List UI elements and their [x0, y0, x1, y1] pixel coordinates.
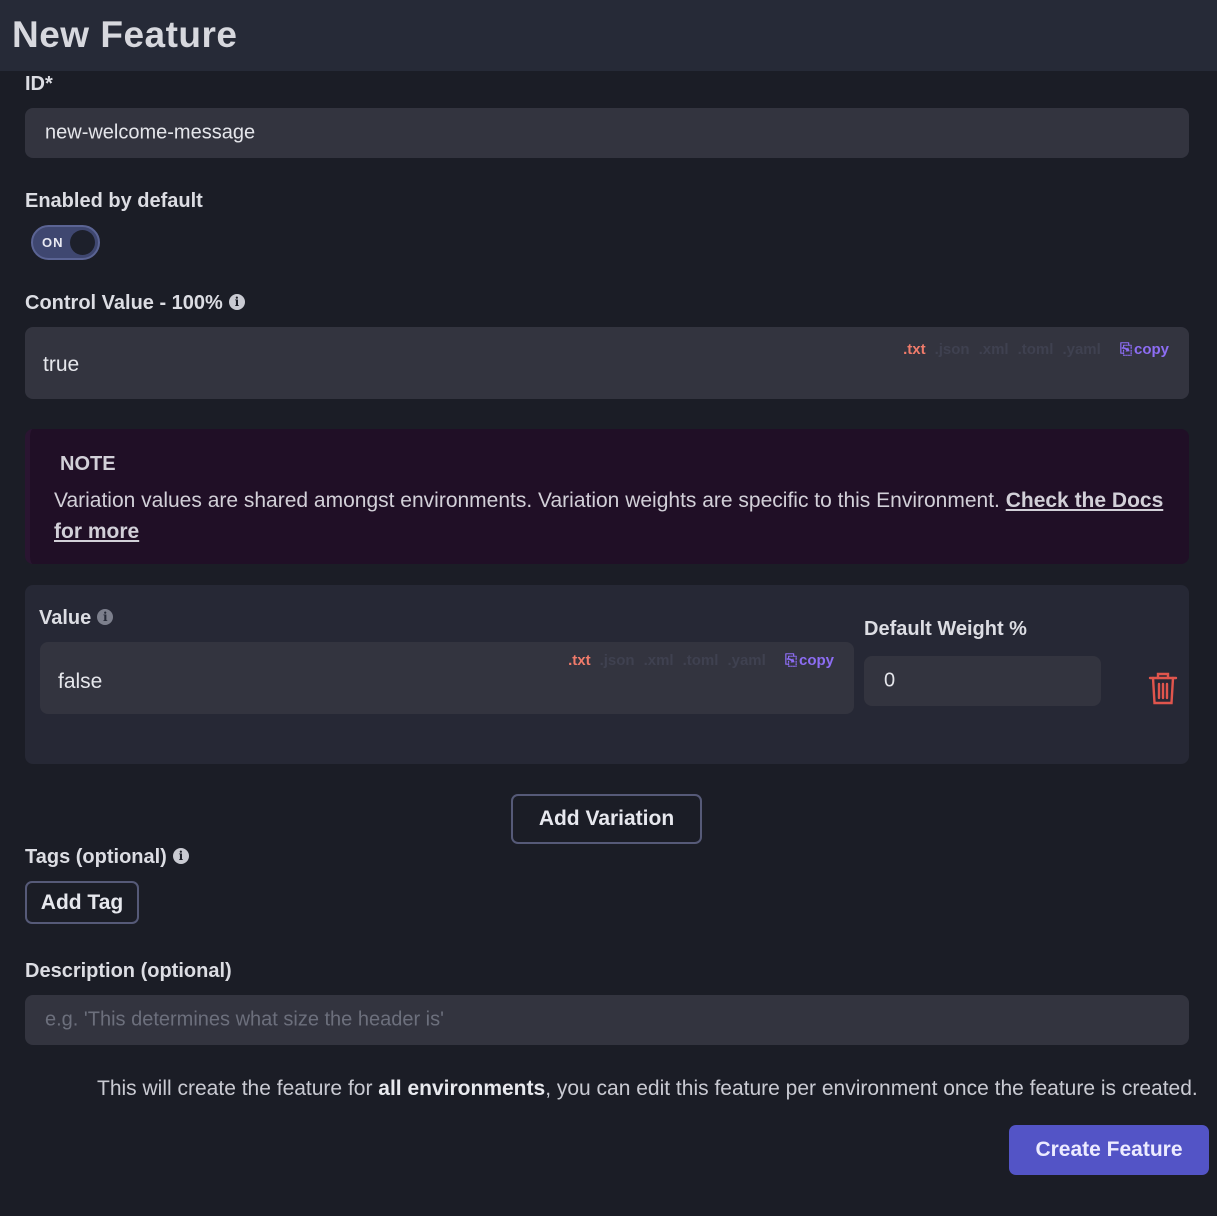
variation-value-editor[interactable]: .txt .json .xml .toml .yaml ⎘ copy false: [40, 642, 854, 714]
format-json[interactable]: .json: [935, 341, 970, 358]
id-input[interactable]: new-welcome-message: [25, 108, 1189, 158]
control-value-editor[interactable]: .txt .json .xml .toml .yaml ⎘ copy true: [25, 327, 1189, 399]
note-title: NOTE: [60, 453, 116, 475]
format-xml[interactable]: .xml: [644, 652, 674, 669]
enabled-toggle[interactable]: ON: [31, 225, 100, 260]
info-icon[interactable]: i: [228, 293, 245, 310]
format-txt[interactable]: .txt: [903, 341, 926, 358]
format-json[interactable]: .json: [600, 652, 635, 669]
clipboard-icon: ⎘: [784, 652, 797, 669]
tags-label: Tags (optional) i: [25, 846, 189, 869]
trash-icon[interactable]: [1147, 670, 1179, 706]
default-weight-input[interactable]: 0: [864, 656, 1101, 706]
create-info-text: This will create the feature for all env…: [97, 1077, 1198, 1100]
toggle-on-label: ON: [42, 235, 64, 250]
note-body: Variation values are shared amongst envi…: [54, 489, 1164, 543]
page-title: New Feature: [12, 14, 238, 55]
format-selector: .txt .json .xml .toml .yaml ⎘ copy: [903, 341, 1169, 358]
format-yaml[interactable]: .yaml: [727, 652, 765, 669]
variation-value-text: false: [58, 670, 103, 693]
create-feature-button[interactable]: Create Feature: [1009, 1125, 1209, 1175]
add-tag-button[interactable]: Add Tag: [25, 881, 139, 924]
copy-button[interactable]: ⎘ copy: [785, 652, 834, 669]
format-selector: .txt .json .xml .toml .yaml ⎘ copy: [568, 652, 834, 669]
control-value-label: Control Value - 100% i: [25, 292, 245, 315]
id-label: ID*: [25, 73, 53, 95]
format-txt[interactable]: .txt: [568, 652, 591, 669]
clipboard-icon: ⎘: [1119, 341, 1132, 358]
control-value-label-text: Control Value - 100%: [25, 292, 223, 314]
copy-button[interactable]: ⎘ copy: [1120, 341, 1169, 358]
info-icon[interactable]: i: [172, 847, 189, 864]
add-variation-button[interactable]: Add Variation: [511, 794, 702, 844]
default-weight-value: 0: [884, 669, 896, 692]
description-placeholder: e.g. 'This determines what size the head…: [45, 1008, 444, 1031]
format-xml[interactable]: .xml: [979, 341, 1009, 358]
format-toml[interactable]: .toml: [1018, 341, 1054, 358]
page-header: New Feature: [0, 0, 1217, 71]
info-icon[interactable]: i: [97, 608, 114, 625]
description-label: Description (optional): [25, 960, 232, 982]
description-input[interactable]: e.g. 'This determines what size the head…: [25, 995, 1189, 1045]
id-input-value: new-welcome-message: [45, 121, 256, 144]
control-value-text: true: [43, 353, 80, 376]
toggle-knob: [70, 230, 95, 255]
enabled-label: Enabled by default: [25, 190, 203, 212]
format-toml[interactable]: .toml: [683, 652, 719, 669]
variation-value-label: Value i: [39, 607, 114, 630]
format-yaml[interactable]: .yaml: [1062, 341, 1100, 358]
default-weight-label: Default Weight %: [864, 618, 1027, 640]
note-callout: NOTE Variation values are shared amongst…: [25, 429, 1189, 564]
